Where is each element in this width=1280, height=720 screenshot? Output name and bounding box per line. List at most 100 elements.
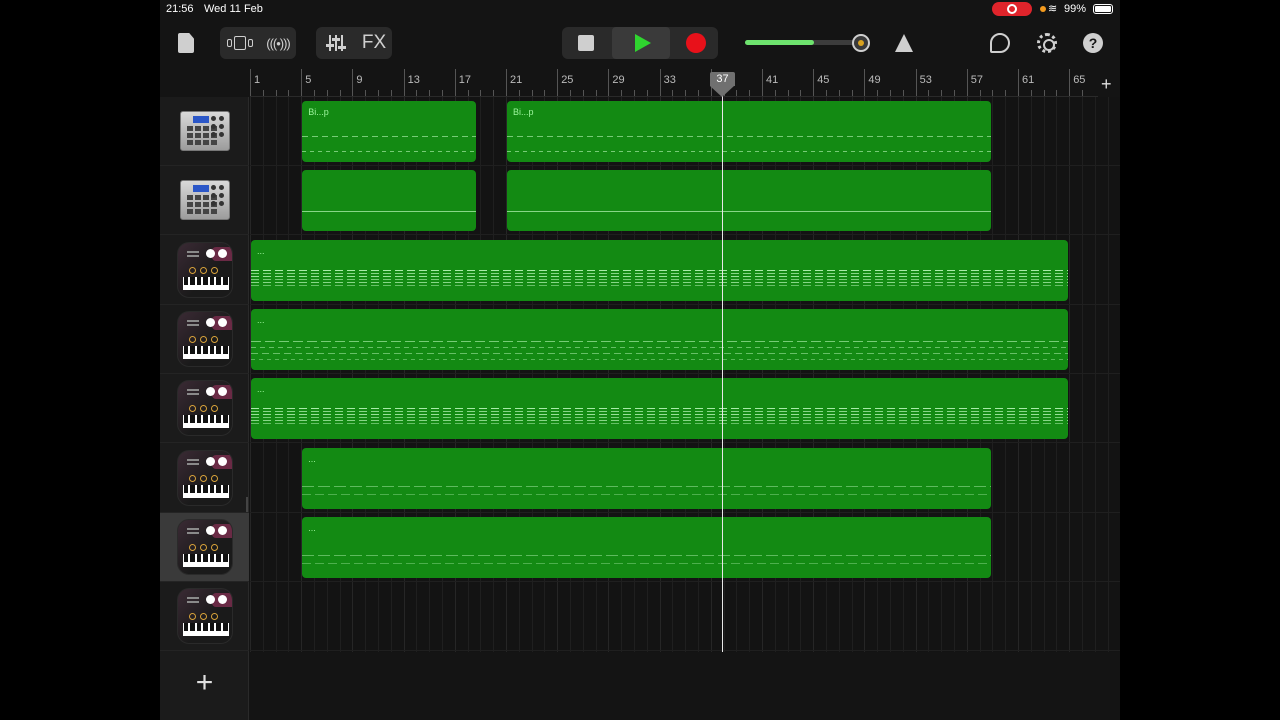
playhead-line [722,72,723,652]
ruler-tick [454,69,456,96]
record-button[interactable] [674,27,718,59]
midi-notes [302,493,992,495]
ruler-bar-number: 1 [254,74,261,86]
ruler-tick [928,90,930,96]
midi-notes [251,417,1069,419]
help-button[interactable]: ? [1081,27,1105,59]
add-track-button[interactable]: + [160,663,249,703]
ruler-tick [864,69,866,96]
metronome-button[interactable] [892,27,916,59]
track-header[interactable] [160,374,249,444]
loop-icon [990,33,1010,53]
playhead-handle[interactable]: 37 [710,72,735,98]
play-button[interactable] [612,27,670,59]
track-lane[interactable]: ... [250,374,1120,444]
region-name: ... [257,314,265,325]
ruler-tick [890,90,891,96]
midi-notes [507,211,992,213]
track-lane[interactable]: ... [250,305,1120,374]
track-header[interactable] [160,166,249,236]
timeline-ruler[interactable]: 1 5 9 13 17 21 25 29 33 37 41 45 49 53 57 61 65 [250,69,1098,97]
track-lane[interactable]: Bi...p Bi...p [250,97,1120,166]
ruler-bar-number: 57 [970,74,984,86]
ruler-tick [954,90,955,96]
midi-region[interactable]: ... [251,308,1069,370]
midi-notes [251,281,1069,283]
ruler-bar-number: 21 [510,74,523,86]
midi-notes [302,211,477,213]
views-button[interactable] [222,27,258,59]
track-lane[interactable] [250,166,1120,236]
ruler-tick [1018,69,1019,96]
tracks-area[interactable]: Bi...p Bi...p............... [250,97,1120,652]
midi-notes [251,275,1069,277]
track-header[interactable] [160,444,249,513]
synth-icon [176,518,233,575]
midi-region[interactable]: ... [302,447,992,509]
track-header[interactable] [160,512,249,582]
track-header[interactable] [160,97,249,166]
screen-recording-icon[interactable] [992,2,1032,16]
mixer-button[interactable] [318,27,354,59]
ruler-tick [992,90,994,96]
midi-region[interactable]: Bi...p [302,101,477,162]
master-volume-slider[interactable] [745,40,860,45]
ruler-tick [800,90,802,96]
ruler-tick [518,90,520,96]
ruler-tick [685,90,687,96]
settings-button[interactable] [1035,27,1059,59]
loop-browser-button[interactable] [988,27,1012,59]
midi-notes [251,423,1069,425]
fx-label: FX [361,32,387,53]
views-icon [227,36,253,50]
ruler-tick [966,69,968,96]
my-songs-button[interactable] [174,27,198,59]
ruler-tick [621,90,623,96]
synth-icon [176,241,233,298]
ruler-tick [339,90,341,96]
midi-region[interactable] [302,170,477,232]
track-header[interactable] [160,305,249,374]
live-loops-button[interactable]: (((•))) [260,27,296,59]
ruler-tick [531,90,533,96]
ruler-tick [467,90,469,96]
ruler-bar-number: 13 [407,74,420,86]
midi-region[interactable]: ... [302,516,992,578]
add-section-button[interactable]: + [1101,74,1112,95]
midi-notes [251,352,1069,354]
midi-notes [302,151,477,152]
midi-region[interactable]: ... [251,378,1069,440]
midi-notes [507,136,992,137]
master-volume-fill [745,40,814,45]
track-lane[interactable]: ... [250,513,1120,582]
midi-region[interactable]: Bi...p [507,101,992,162]
track-lane[interactable]: ... [250,444,1120,513]
track-lane[interactable]: ... [250,236,1120,305]
midi-region[interactable] [507,170,992,232]
stop-button[interactable] [564,27,608,59]
ruler-tick [851,90,853,96]
ruler-tick [1043,90,1045,96]
ruler-tick [275,90,277,96]
synth-icon [176,380,233,437]
midi-region[interactable]: ... [251,239,1069,301]
empty-track-space [250,652,1120,720]
master-volume-knob[interactable] [852,34,870,52]
broadcast-icon: (((•))) [266,35,291,51]
ruler-tick [365,90,367,96]
ruler-tick [826,90,827,96]
ruler-tick [301,69,303,96]
synth-icon [176,449,233,506]
track-lane[interactable] [250,582,1120,652]
ruler-tick [646,90,648,96]
play-icon [635,34,651,52]
ruler-tick [813,69,815,96]
fx-button[interactable]: FX [356,27,392,59]
ruler-tick [749,90,751,96]
ruler-tick [390,90,392,96]
track-header[interactable] [160,582,249,652]
track-header[interactable] [160,236,249,305]
ruler-tick [838,90,840,96]
ruler-tick [262,90,264,96]
midi-notes [251,411,1069,413]
